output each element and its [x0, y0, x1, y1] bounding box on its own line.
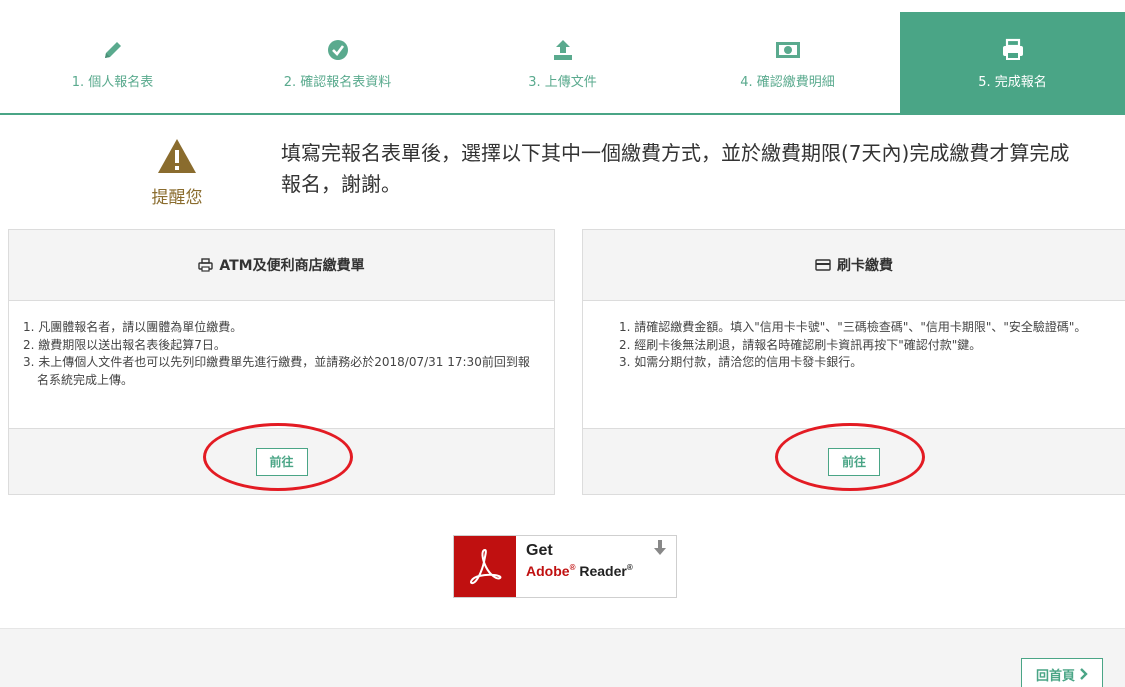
step-label: 1. 個人報名表 — [71, 75, 154, 90]
step-label: 3. 上傳文件 — [528, 75, 597, 90]
printer-icon — [1001, 35, 1025, 65]
list-item: 3. 未上傳個人文件者也可以先列印繳費單先進行繳費，並請務必於2018/07/3… — [23, 355, 530, 387]
adobe-logo-icon — [454, 536, 516, 597]
check-circle-icon — [327, 35, 349, 65]
step-label: 4. 確認繳費明細 — [740, 75, 835, 90]
credit-card-icon — [815, 259, 831, 271]
panel-footer: 前往 — [583, 428, 1125, 494]
panel-body: 1. 凡團體報名者，請以團體為單位繳費。 2. 繳費期限以送出報名表後起算7日。… — [9, 301, 554, 428]
panel-header: 刷卡繳費 — [583, 230, 1125, 301]
list-item: 2. 繳費期限以送出報名表後起算7日。 — [23, 337, 226, 352]
panel-body: 1. 請確認繳費金額。填入"信用卡卡號"、"三碼檢查碼"、"信用卡期限"、"安全… — [583, 301, 1125, 428]
atm-go-button[interactable]: 前往 — [255, 447, 308, 476]
money-icon — [775, 35, 801, 65]
panel-header: ATM及便利商店繳費單 — [9, 230, 554, 301]
footer-bar: 回首頁 — [0, 628, 1125, 687]
get-adobe-reader-badge[interactable]: Get Adobe® Reader® — [453, 535, 677, 598]
upload-icon — [551, 35, 575, 65]
panel-title: ATM及便利商店繳費單 — [219, 258, 365, 274]
list-item: 2. 經刷卡後無法刷退，請報名時確認刷卡資訊再按下"確認付款"鍵。 — [619, 337, 982, 352]
warning-icon — [156, 139, 198, 179]
download-arrow-icon — [654, 540, 666, 561]
home-button-label: 回首頁 — [1035, 668, 1075, 684]
adobe-product: Reader — [579, 563, 627, 579]
step-4: 4. 確認繳費明細 — [675, 12, 900, 113]
card-go-button[interactable]: 前往 — [828, 447, 880, 476]
pencil-icon — [102, 35, 124, 65]
step-2: 2. 確認報名表資料 — [225, 12, 450, 113]
step-5: 5. 完成報名 — [900, 12, 1125, 113]
reminder-text: 填寫完報名表單後，選擇以下其中一個繳費方式，並於繳費期限(7天內)完成繳費才算完… — [281, 141, 1070, 196]
step-label: 5. 完成報名 — [978, 75, 1047, 90]
list-item: 1. 請確認繳費金額。填入"信用卡卡號"、"三碼檢查碼"、"信用卡期限"、"安全… — [619, 320, 1087, 334]
card-payment-panel: 刷卡繳費 1. 請確認繳費金額。填入"信用卡卡號"、"三碼檢查碼"、"信用卡期限… — [582, 229, 1125, 495]
progress-steps: 1. 個人報名表 2. 確認報名表資料 3. 上傳文件 4. 確認繳費明細 5.… — [0, 12, 1125, 115]
chevron-right-icon — [1080, 668, 1088, 680]
printer-icon — [198, 258, 214, 272]
step-label: 2. 確認報名表資料 — [283, 75, 392, 90]
list-item: 3. 如需分期付款，請洽您的信用卡發卡銀行。 — [619, 355, 863, 369]
panel-footer: 前往 — [9, 428, 554, 494]
atm-payment-panel: ATM及便利商店繳費單 1. 凡團體報名者，請以團體為單位繳費。 2. 繳費期限… — [8, 229, 555, 495]
reminder-block: 提醒您 — [144, 137, 210, 208]
step-3: 3. 上傳文件 — [450, 12, 675, 113]
step-1: 1. 個人報名表 — [0, 12, 225, 113]
reminder-label: 提醒您 — [151, 188, 203, 208]
list-item: 1. 凡團體報名者，請以團體為單位繳費。 — [23, 320, 243, 334]
adobe-brand: Adobe — [526, 563, 570, 579]
panel-title: 刷卡繳費 — [837, 258, 893, 274]
home-button[interactable]: 回首頁 — [1021, 658, 1103, 687]
